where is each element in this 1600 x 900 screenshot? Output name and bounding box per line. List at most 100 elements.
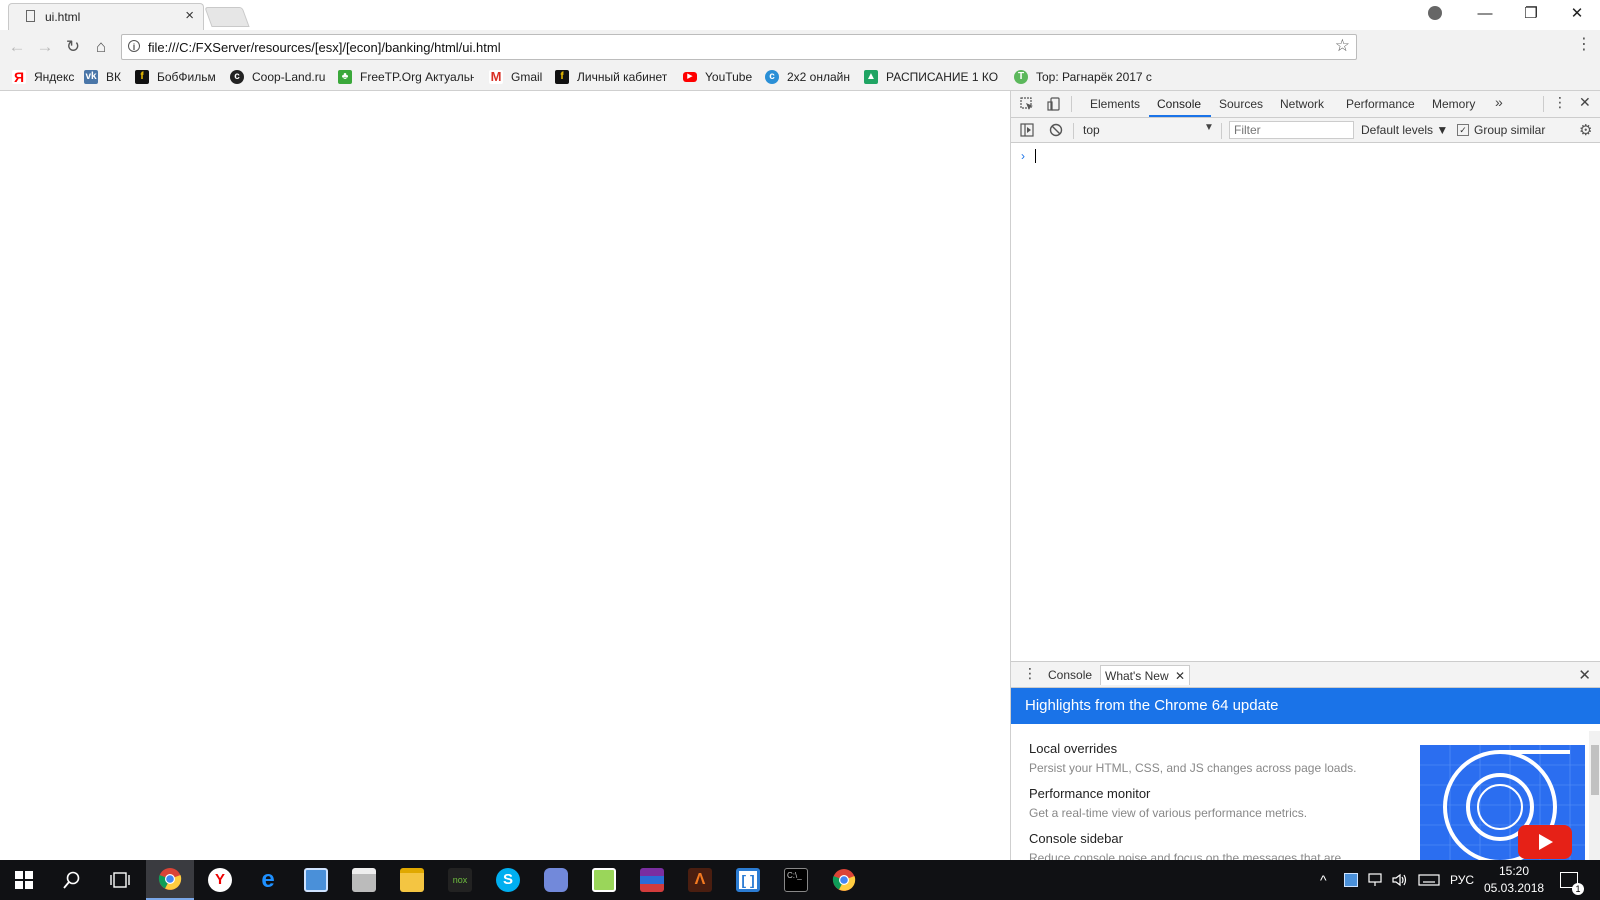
- search-button[interactable]: [48, 860, 96, 900]
- bookmark-yandex[interactable]: Я Яндекс: [12, 69, 74, 85]
- tray-chevron-up-icon[interactable]: ^: [1320, 860, 1327, 900]
- bookmark-cabinet[interactable]: f Личный кабинет: [555, 69, 667, 85]
- tab-network[interactable]: Network: [1280, 97, 1324, 111]
- taskbar-yandex[interactable]: Y: [196, 860, 244, 900]
- taskbar-printer[interactable]: [340, 860, 388, 900]
- tray-box-icon: [1344, 873, 1358, 887]
- bookmark-2x2[interactable]: c 2x2 онлайн: [765, 69, 850, 85]
- minimize-button[interactable]: —: [1462, 0, 1508, 28]
- close-devtools-icon[interactable]: ✕: [1579, 94, 1591, 111]
- taskbar-skype[interactable]: S: [484, 860, 532, 900]
- back-button[interactable]: ←: [6, 36, 28, 58]
- address-bar[interactable]: i file:///C:/FXServer/resources/[esx]/[e…: [121, 34, 1357, 60]
- chrome-menu-button[interactable]: ⋮: [1576, 36, 1592, 54]
- reload-button[interactable]: ↻: [62, 36, 84, 58]
- more-tabs-icon[interactable]: »: [1495, 94, 1503, 110]
- bookmark-schedule[interactable]: ▲ РАСПИСАНИЕ 1 КОР: [864, 69, 999, 85]
- context-selector[interactable]: top: [1083, 123, 1100, 137]
- taskbar-window[interactable]: [292, 860, 340, 900]
- taskbar-file-explorer[interactable]: [388, 860, 436, 900]
- inspect-element-icon[interactable]: [1020, 97, 1034, 111]
- whats-new-item-title[interactable]: Local overrides: [1029, 741, 1117, 756]
- drawer-tab-console[interactable]: Console: [1048, 668, 1092, 682]
- forward-button[interactable]: →: [34, 36, 56, 58]
- task-view-button[interactable]: [96, 860, 144, 900]
- youtube-play-icon[interactable]: [1518, 825, 1572, 859]
- task-view-icon: [110, 872, 130, 888]
- tab-console[interactable]: Console: [1157, 97, 1201, 111]
- bookmark-star-icon[interactable]: ☆: [1335, 36, 1350, 56]
- whats-new-item-title[interactable]: Performance monitor: [1029, 786, 1150, 801]
- taskbar-chrome-active[interactable]: [146, 860, 194, 900]
- console-input-caret[interactable]: [1035, 149, 1036, 163]
- group-similar-option[interactable]: ✓ Group similar: [1457, 123, 1545, 137]
- gmail-icon: M: [489, 69, 503, 84]
- drawer-scrollbar[interactable]: [1589, 731, 1600, 860]
- whats-new-item-desc: Get a real-time view of various performa…: [1029, 806, 1308, 820]
- keyboard-icon[interactable]: [1418, 860, 1440, 900]
- taskbar-clock[interactable]: 15:20 05.03.2018: [1484, 863, 1544, 897]
- tab-sources[interactable]: Sources: [1219, 97, 1263, 111]
- log-levels-dropdown[interactable]: Default levels ▼: [1361, 123, 1448, 137]
- taskbar-cmd[interactable]: C:\_: [772, 860, 820, 900]
- bookmark-coopland[interactable]: c Coop-Land.ru: [230, 69, 325, 85]
- taskbar-notepad[interactable]: [580, 860, 628, 900]
- device-toolbar-icon[interactable]: [1047, 97, 1061, 111]
- home-button[interactable]: ⌂: [90, 36, 112, 58]
- network-icon[interactable]: [1368, 860, 1384, 900]
- skype-icon: S: [496, 868, 520, 892]
- close-drawer-icon[interactable]: ✕: [1578, 666, 1591, 684]
- console-filter-input[interactable]: [1229, 121, 1354, 139]
- drawer-tab-whats-new[interactable]: What's New ✕: [1100, 665, 1191, 685]
- console-toolbar: top ▼ Default levels ▼ ✓ Group similar ⚙: [1011, 118, 1600, 143]
- whats-new-item-title[interactable]: Console sidebar: [1029, 831, 1123, 846]
- address-url[interactable]: file:///C:/FXServer/resources/[esx]/[eco…: [148, 40, 501, 55]
- bookmark-gmail[interactable]: M Gmail: [489, 69, 542, 85]
- action-center-button[interactable]: 1: [1560, 860, 1584, 900]
- close-tab-icon[interactable]: ✕: [1175, 669, 1185, 683]
- bookmark-vk[interactable]: vk ВК: [84, 69, 121, 85]
- separator: [1221, 123, 1222, 139]
- group-similar-checkbox[interactable]: ✓: [1457, 124, 1469, 136]
- close-tab-icon[interactable]: ×: [185, 7, 194, 24]
- scrollbar-thumb[interactable]: [1591, 745, 1599, 795]
- taskbar-chrome-2[interactable]: [820, 860, 868, 900]
- taskbar-brackets[interactable]: [ ]: [724, 860, 772, 900]
- taskbar-nox[interactable]: nox: [436, 860, 484, 900]
- info-icon[interactable]: i: [128, 40, 140, 52]
- taskbar-discord[interactable]: [532, 860, 580, 900]
- separator: [1071, 96, 1072, 112]
- taskbar-fivem[interactable]: Λ: [676, 860, 724, 900]
- nox-icon: nox: [448, 868, 472, 892]
- discord-icon: [544, 868, 568, 892]
- volume-icon[interactable]: [1392, 860, 1408, 900]
- bookmark-bobfilm[interactable]: f БобФильм: [135, 69, 216, 85]
- devtools-menu-icon[interactable]: ⋮: [1553, 94, 1567, 111]
- tab-elements[interactable]: Elements: [1090, 97, 1140, 111]
- winrar-icon: [640, 868, 664, 892]
- bookmark-freetp[interactable]: ♣ FreeTP.Org Актуальн: [338, 69, 474, 85]
- chevron-down-icon[interactable]: ▼: [1204, 122, 1214, 133]
- bookmark-youtube[interactable]: ▶ YouTube: [683, 69, 752, 85]
- taskbar-edge[interactable]: e: [244, 860, 292, 900]
- drawer-menu-icon[interactable]: ⋮: [1023, 665, 1037, 682]
- whats-new-video-thumbnail[interactable]: [1420, 745, 1585, 860]
- bookmark-torrent[interactable]: T Top: Рагнарёк 2017 с: [1014, 69, 1162, 85]
- tray-app-icon[interactable]: [1344, 860, 1358, 900]
- gear-icon[interactable]: ⚙: [1579, 121, 1592, 139]
- clear-console-icon[interactable]: [1049, 123, 1063, 137]
- page-viewport[interactable]: [0, 91, 1010, 860]
- start-button[interactable]: [0, 860, 48, 900]
- separator: [1543, 96, 1544, 112]
- sidebar-toggle-icon[interactable]: [1020, 123, 1034, 137]
- taskbar-winrar[interactable]: [628, 860, 676, 900]
- restore-button[interactable]: ❐: [1508, 0, 1554, 28]
- browser-tab[interactable]: ui.html ×: [8, 3, 204, 30]
- close-window-button[interactable]: ✕: [1554, 0, 1600, 28]
- tab-performance[interactable]: Performance: [1346, 97, 1415, 111]
- language-indicator[interactable]: РУС: [1450, 860, 1474, 900]
- new-tab-button[interactable]: [204, 7, 250, 27]
- profile-icon[interactable]: [1428, 6, 1442, 20]
- cmd-icon: C:\_: [784, 868, 808, 892]
- tab-memory[interactable]: Memory: [1432, 97, 1475, 111]
